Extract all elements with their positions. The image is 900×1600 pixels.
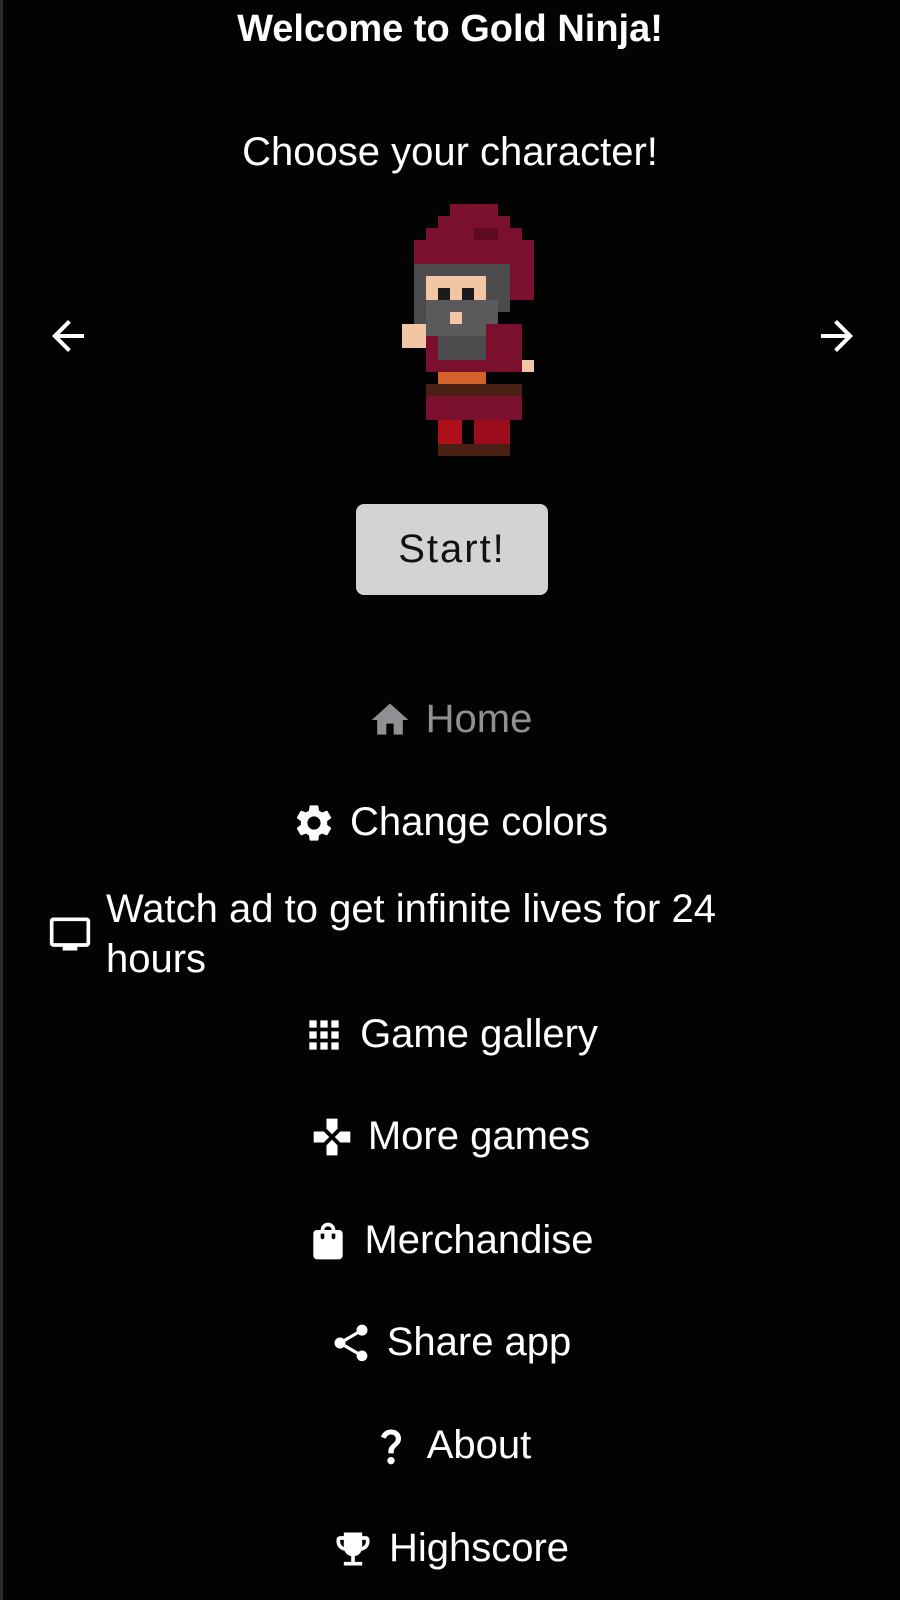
menu-item-label: Merchandise — [364, 1218, 594, 1262]
character-preview — [390, 204, 546, 468]
main-screen: Welcome to Gold Ninja! Choose your chara… — [0, 0, 900, 1600]
home-icon — [368, 698, 412, 742]
pixel-ninja-character — [402, 204, 534, 456]
menu-item-label: More games — [367, 1114, 591, 1158]
previous-character-button[interactable] — [44, 312, 92, 360]
menu-item-label: Share app — [386, 1320, 572, 1364]
page-title: Welcome to Gold Ninja! — [237, 8, 663, 50]
menu-item-change-colors[interactable]: Change colors — [0, 800, 900, 845]
menu-item-game-gallery[interactable]: Game gallery — [0, 1012, 900, 1057]
arrow-left-icon — [52, 320, 84, 352]
gamepad-icon — [310, 1115, 354, 1159]
menu-item-home[interactable]: Home — [0, 697, 900, 742]
arrow-right-icon — [821, 320, 853, 352]
menu-item-label: Highscore — [388, 1526, 570, 1570]
menu-item-label: Home — [425, 697, 533, 741]
menu-item-share-app[interactable]: Share app — [0, 1320, 900, 1365]
menu-item-about[interactable]: About — [0, 1423, 900, 1468]
choose-character-label: Choose your character! — [242, 130, 658, 174]
tv-icon — [48, 912, 92, 956]
trophy-icon — [331, 1527, 375, 1571]
menu-item-watch-ad[interactable]: Watch ad to get infinite lives for 24 ho… — [48, 884, 808, 984]
menu-item-more-games[interactable]: More games — [0, 1114, 900, 1159]
menu-item-merchandise[interactable]: Merchandise — [0, 1218, 900, 1263]
share-icon — [329, 1321, 373, 1365]
shopping-bag-icon — [306, 1219, 350, 1263]
gear-icon — [292, 801, 336, 845]
menu-item-label: Watch ad to get infinite lives for 24 ho… — [106, 887, 716, 981]
menu-item-label: Game gallery — [360, 1012, 598, 1056]
menu-item-label: About — [426, 1423, 532, 1467]
start-button[interactable]: Start! — [356, 504, 548, 595]
next-character-button[interactable] — [813, 312, 861, 360]
menu-item-highscore[interactable]: Highscore — [0, 1526, 900, 1571]
grid-icon — [302, 1013, 346, 1057]
menu-item-label: Change colors — [350, 800, 608, 844]
question-icon — [369, 1424, 413, 1468]
